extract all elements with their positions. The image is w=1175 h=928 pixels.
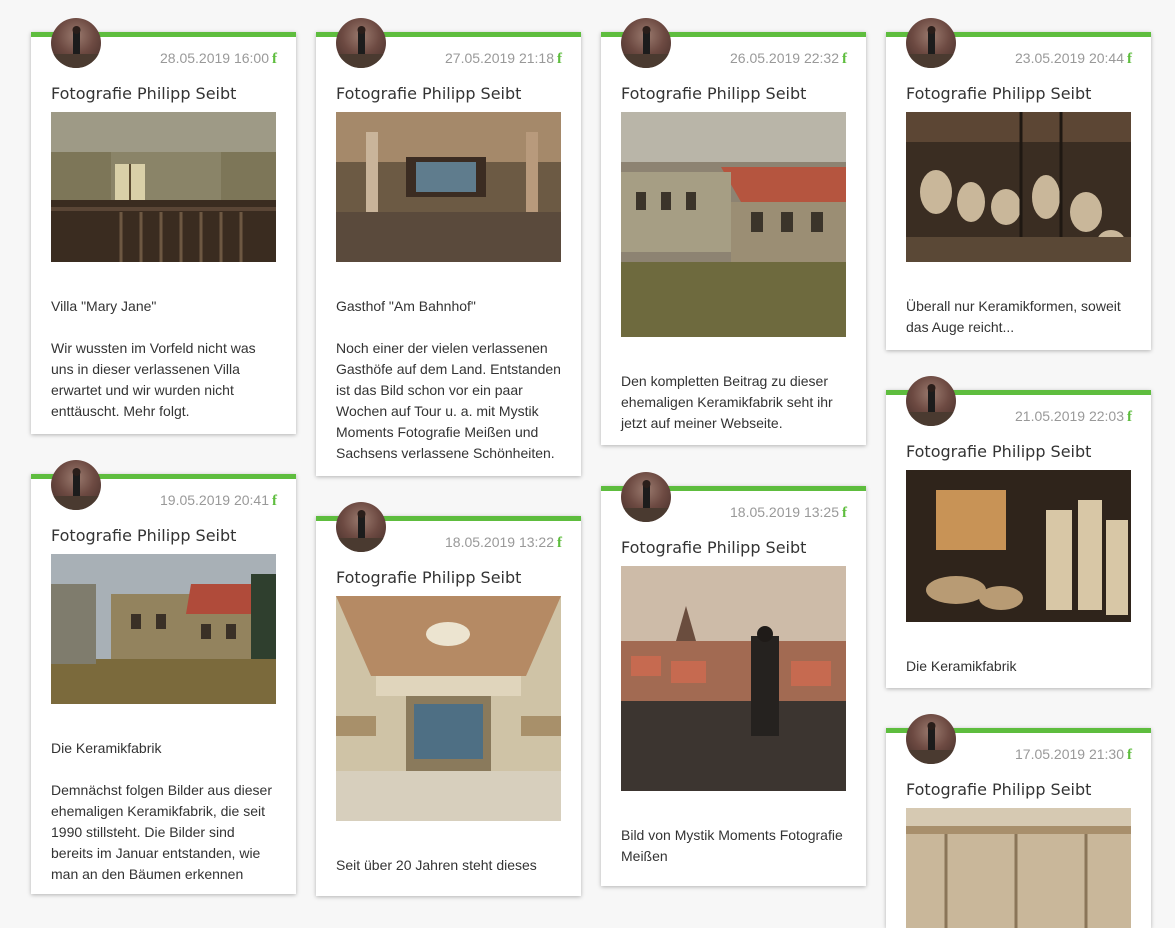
post-author[interactable]: Fotografie Philipp Seibt (51, 84, 236, 103)
avatar[interactable] (906, 18, 956, 68)
post-photo[interactable] (51, 112, 276, 262)
post-photo[interactable] (906, 470, 1131, 622)
facebook-icon[interactable]: f (272, 51, 277, 67)
avatar[interactable] (336, 502, 386, 552)
facebook-icon[interactable]: f (1127, 409, 1132, 425)
post-author[interactable]: Fotografie Philipp Seibt (336, 568, 521, 587)
post-author[interactable]: Fotografie Philipp Seibt (51, 526, 236, 545)
post-date: 28.05.2019 16:00 (160, 50, 269, 66)
post-date: 18.05.2019 13:25 (730, 504, 839, 520)
post-text: Die Keramikfabrik (906, 658, 1017, 674)
post-date: 23.05.2019 20:44 (1015, 50, 1124, 66)
post-card: 18.05.2019 13:25 f Fotografie Philipp Sei… (601, 472, 866, 886)
post-date: 21.05.2019 22:03 (1015, 408, 1124, 424)
post-photo[interactable] (51, 554, 276, 704)
post-card: 23.05.2019 20:44 f Fotografie Philipp Sei… (886, 18, 1151, 350)
post-author[interactable]: Fotografie Philipp Seibt (906, 442, 1091, 461)
facebook-icon[interactable]: f (1127, 51, 1132, 67)
avatar[interactable] (906, 714, 956, 764)
post-card: 18.05.2019 13:22 f Fotografie Philipp Sei… (316, 502, 581, 896)
facebook-icon[interactable]: f (842, 51, 847, 67)
post-photo[interactable] (336, 112, 561, 262)
post-photo[interactable] (621, 112, 846, 337)
facebook-icon[interactable]: f (557, 535, 562, 551)
post-date: 19.05.2019 20:41 (160, 492, 269, 508)
post-text: Überall nur Keramikformen, soweit das Au… (906, 298, 1121, 335)
post-photo[interactable] (336, 596, 561, 821)
post-card: 27.05.2019 21:18 f Fotografie Philipp Sei… (316, 18, 581, 476)
post-author[interactable]: Fotografie Philipp Seibt (621, 84, 806, 103)
avatar[interactable] (51, 460, 101, 510)
post-text: Die Keramikfabrik Demnächst folgen Bilde… (51, 740, 273, 882)
post-date: 17.05.2019 21:30 (1015, 746, 1124, 762)
avatar[interactable] (906, 376, 956, 426)
facebook-icon[interactable]: f (557, 51, 562, 67)
post-text: Gasthof "Am Bahnhof" Noch einer der viel… (336, 298, 561, 461)
post-card: 21.05.2019 22:03 f Fotografie Philipp Sei… (886, 376, 1151, 688)
post-text: Bild von Mystik Moments Fotografie Meiße… (621, 827, 843, 864)
post-text: Villa "Mary Jane" Wir wussten im Vorfeld… (51, 298, 256, 419)
post-date: 27.05.2019 21:18 (445, 50, 554, 66)
post-author[interactable]: Fotografie Philipp Seibt (336, 84, 521, 103)
avatar[interactable] (336, 18, 386, 68)
post-author[interactable]: Fotografie Philipp Seibt (906, 84, 1091, 103)
post-card: 19.05.2019 20:41 f Fotografie Philipp Sei… (31, 460, 296, 894)
post-text: Seit über 20 Jahren steht dieses (336, 857, 537, 873)
avatar[interactable] (51, 18, 101, 68)
post-date: 18.05.2019 13:22 (445, 534, 554, 550)
post-photo[interactable] (906, 808, 1131, 928)
facebook-icon[interactable]: f (1127, 747, 1132, 763)
post-text: Den kompletten Beitrag zu dieser ehemali… (621, 373, 833, 431)
facebook-icon[interactable]: f (272, 493, 277, 509)
post-card: 28.05.2019 16:00 f Fotografie Philipp Sei… (31, 18, 296, 434)
post-author[interactable]: Fotografie Philipp Seibt (621, 538, 806, 557)
post-date: 26.05.2019 22:32 (730, 50, 839, 66)
avatar[interactable] (621, 472, 671, 522)
post-card: 26.05.2019 22:32 f Fotografie Philipp Sei… (601, 18, 866, 445)
facebook-icon[interactable]: f (842, 505, 847, 521)
post-photo[interactable] (906, 112, 1131, 262)
avatar[interactable] (621, 18, 671, 68)
post-photo[interactable] (621, 566, 846, 791)
post-card: 17.05.2019 21:30 f Fotografie Philipp Sei… (886, 714, 1151, 928)
post-author[interactable]: Fotografie Philipp Seibt (906, 780, 1091, 799)
